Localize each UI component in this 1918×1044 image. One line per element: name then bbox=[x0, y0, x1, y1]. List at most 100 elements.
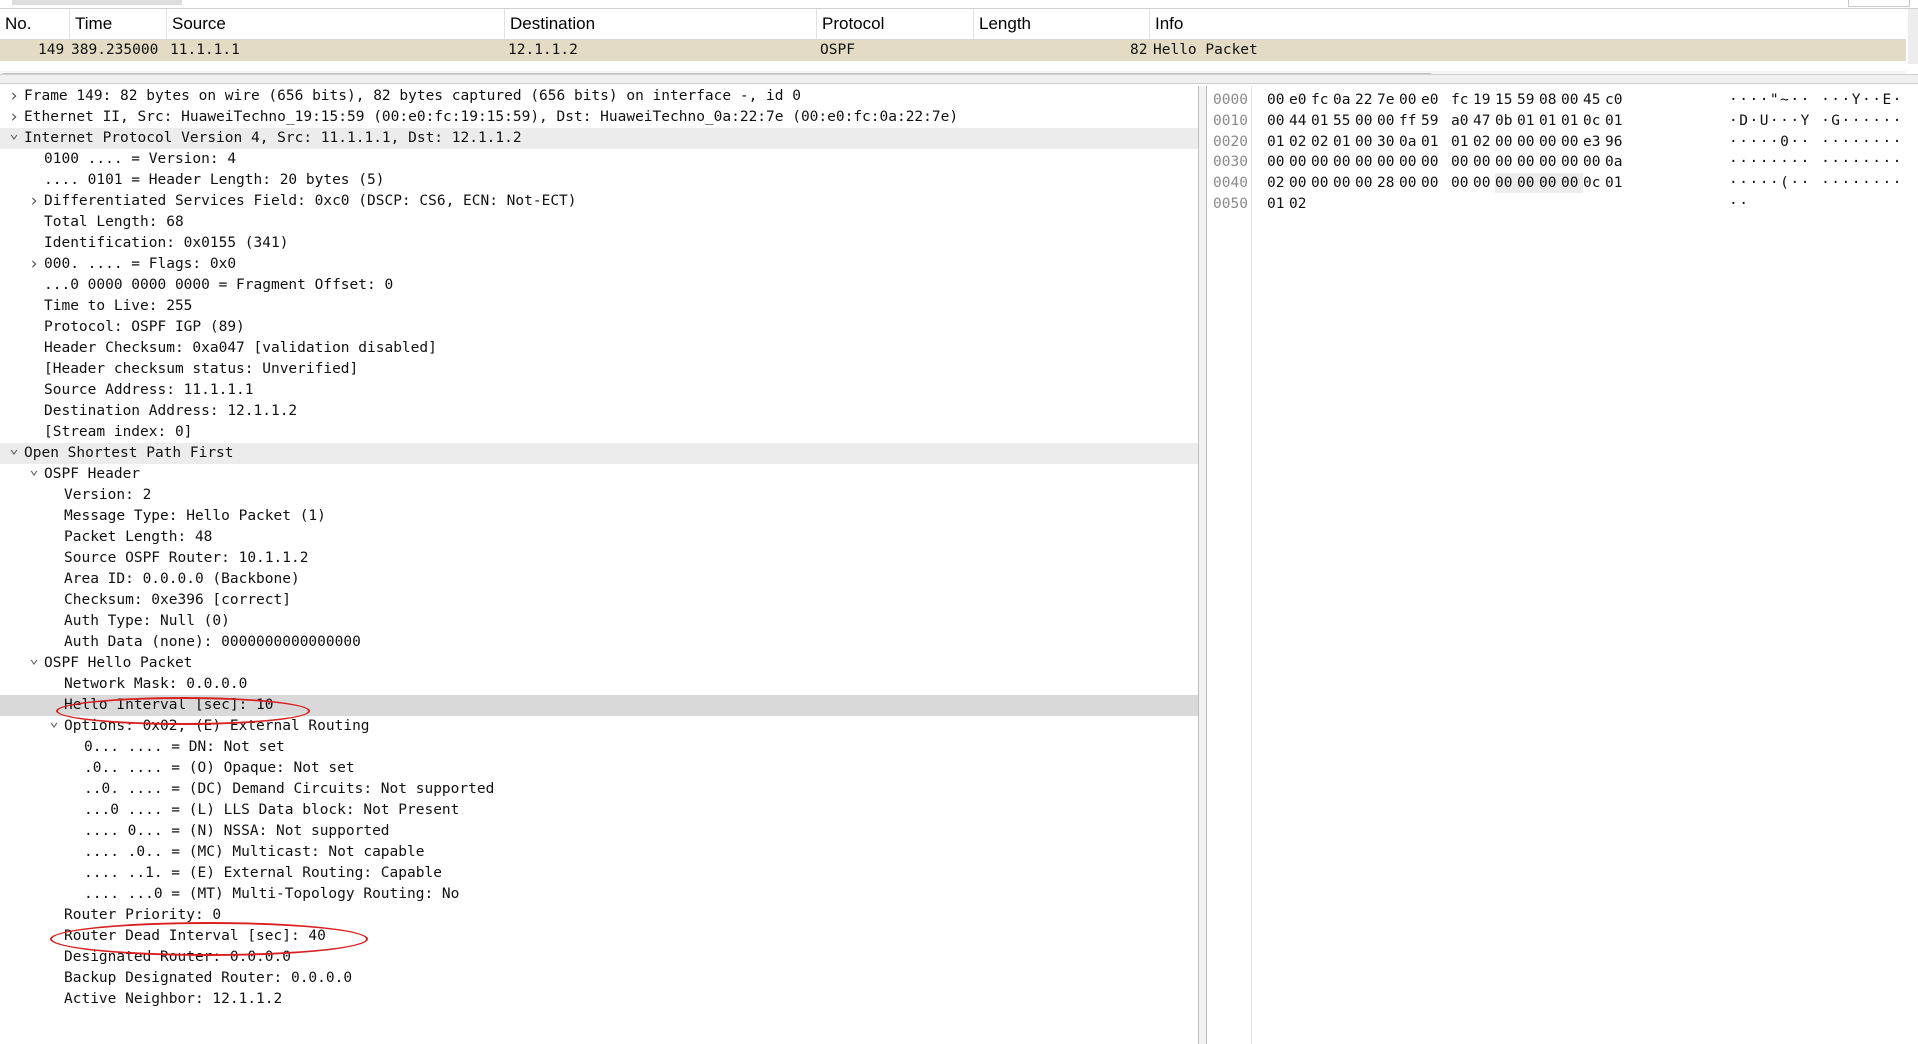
tree-row[interactable]: Designated Router: 0.0.0.0 bbox=[0, 947, 1198, 968]
column-header-info[interactable]: Info bbox=[1150, 9, 1906, 39]
tree-row[interactable]: Total Length: 68 bbox=[0, 212, 1198, 233]
hex-byte[interactable]: 02 bbox=[1289, 194, 1311, 214]
hex-byte[interactable]: 15 bbox=[1495, 90, 1517, 110]
hex-byte[interactable]: 00 bbox=[1561, 90, 1583, 110]
hex-byte[interactable]: 00 bbox=[1399, 90, 1421, 110]
hex-byte[interactable]: 01 bbox=[1267, 132, 1289, 152]
hex-byte[interactable]: 01 bbox=[1539, 111, 1561, 131]
tree-row[interactable]: Auth Type: Null (0) bbox=[0, 611, 1198, 632]
expanded-chevron-icon[interactable]: ⌄ bbox=[7, 123, 21, 144]
tree-row[interactable]: ⌄ Internet Protocol Version 4, Src: 11.1.… bbox=[0, 124, 1198, 149]
hex-byte[interactable]: 00 bbox=[1583, 152, 1605, 172]
tree-row[interactable]: Identification: 0x0155 (341) bbox=[0, 233, 1198, 254]
bytes-ascii[interactable]: ········ ········ bbox=[1729, 152, 1903, 172]
hex-byte[interactable]: 00 bbox=[1355, 111, 1377, 131]
hex-byte[interactable]: 19 bbox=[1473, 90, 1495, 110]
hex-byte[interactable]: 01 bbox=[1267, 194, 1289, 214]
hex-byte[interactable]: 00 bbox=[1539, 173, 1561, 194]
hex-byte[interactable]: 0a bbox=[1333, 90, 1355, 110]
tree-row[interactable]: Version: 2 bbox=[0, 485, 1198, 506]
tree-row[interactable]: Network Mask: 0.0.0.0 bbox=[0, 674, 1198, 695]
hex-byte[interactable]: 00 bbox=[1267, 152, 1289, 172]
hex-byte[interactable]: 00 bbox=[1561, 132, 1583, 152]
pane-splitter[interactable] bbox=[0, 74, 1918, 84]
hex-byte[interactable]: 01 bbox=[1605, 111, 1627, 131]
tree-row[interactable]: [Stream index: 0] bbox=[0, 422, 1198, 443]
hex-byte[interactable]: 96 bbox=[1605, 132, 1627, 152]
hex-byte[interactable]: 0a bbox=[1399, 132, 1421, 152]
hex-byte[interactable]: 00 bbox=[1355, 132, 1377, 152]
tree-row[interactable]: › Differentiated Services Field: 0xc0 (DS… bbox=[0, 191, 1198, 212]
hex-byte[interactable]: 00 bbox=[1561, 173, 1583, 194]
packet-list-vertical-scrollbar[interactable] bbox=[1908, 9, 1918, 64]
collapsed-chevron-icon[interactable]: › bbox=[7, 86, 21, 107]
column-header-source[interactable]: Source bbox=[167, 9, 505, 39]
hex-byte[interactable]: 01 bbox=[1517, 111, 1539, 131]
tree-row[interactable]: ⌄ OSPF Header bbox=[0, 460, 1198, 485]
tree-row[interactable]: 0100 .... = Version: 4 bbox=[0, 149, 1198, 170]
bytes-row[interactable]: 0040 02 00 00 00 00 28 00 00 00 00 00 00 00 00 0c 01 ····… bbox=[1207, 173, 1918, 194]
tree-row[interactable]: .... ..1. = (E) External Routing: Capabl… bbox=[0, 863, 1198, 884]
hex-byte[interactable]: 00 bbox=[1561, 152, 1583, 172]
hex-byte[interactable]: c0 bbox=[1605, 90, 1627, 110]
hex-byte[interactable]: 59 bbox=[1517, 90, 1539, 110]
tree-row[interactable]: Destination Address: 12.1.1.2 bbox=[0, 401, 1198, 422]
bytes-ascii[interactable]: ·····0·· ········ bbox=[1729, 132, 1903, 152]
packet-row[interactable]: 149 389.235000 11.1.1.1 12.1.1.2 OSPF 82… bbox=[0, 40, 1906, 61]
hex-byte[interactable]: 02 bbox=[1473, 132, 1495, 152]
tree-row[interactable]: .... .0.. = (MC) Multicast: Not capable bbox=[0, 842, 1198, 863]
bytes-row[interactable]: 0000 00 e0 fc 0a 22 7e 00 e0 fc 19 15 59 08 00 45 c0 ····… bbox=[1207, 90, 1918, 110]
hex-byte[interactable]: 45 bbox=[1583, 90, 1605, 110]
hex-byte[interactable]: 00 bbox=[1289, 152, 1311, 172]
tree-row[interactable]: .... ...0 = (MT) Multi-Topology Routing:… bbox=[0, 884, 1198, 905]
bytes-row[interactable]: 0050 01 02 ·· bbox=[1207, 194, 1918, 214]
tree-row[interactable]: ⌄ Open Shortest Path First bbox=[0, 439, 1198, 464]
hex-byte[interactable]: 55 bbox=[1333, 111, 1355, 131]
bytes-hex[interactable]: 00 00 00 00 00 00 00 00 00 00 00 00 00 00 00 0a bbox=[1267, 152, 1627, 172]
tree-row[interactable]: Header Checksum: 0xa047 [validation disa… bbox=[0, 338, 1198, 359]
tree-row[interactable]: Time to Live: 255 bbox=[0, 296, 1198, 317]
hex-byte[interactable]: 22 bbox=[1355, 90, 1377, 110]
hex-byte[interactable]: 44 bbox=[1289, 111, 1311, 131]
bytes-hex[interactable]: 01 02 02 01 00 30 0a 01 01 02 00 00 00 00 e3 96 bbox=[1267, 132, 1627, 152]
hex-byte[interactable]: 01 bbox=[1333, 132, 1355, 152]
tree-row[interactable]: Source OSPF Router: 10.1.1.2 bbox=[0, 548, 1198, 569]
hex-byte[interactable]: 00 bbox=[1333, 152, 1355, 172]
column-header-protocol[interactable]: Protocol bbox=[817, 9, 974, 39]
hex-byte[interactable]: 00 bbox=[1539, 152, 1561, 172]
tree-row[interactable]: .... 0... = (N) NSSA: Not supported bbox=[0, 821, 1198, 842]
hex-byte[interactable]: 00 bbox=[1377, 152, 1399, 172]
hex-byte[interactable]: 0c bbox=[1583, 111, 1605, 131]
hex-byte[interactable]: 00 bbox=[1495, 173, 1517, 194]
hex-byte[interactable]: 00 bbox=[1495, 152, 1517, 172]
hex-byte[interactable]: 01 bbox=[1605, 173, 1627, 193]
expanded-chevron-icon[interactable]: ⌄ bbox=[47, 711, 61, 732]
tree-row[interactable]: ⌄ OSPF Hello Packet bbox=[0, 649, 1198, 674]
collapsed-chevron-icon[interactable]: › bbox=[27, 191, 41, 212]
bytes-hex[interactable]: 00 e0 fc 0a 22 7e 00 e0 fc 19 15 59 08 00 45 c0 bbox=[1267, 90, 1627, 110]
hex-byte[interactable]: 00 bbox=[1311, 173, 1333, 193]
hex-byte[interactable]: 02 bbox=[1267, 173, 1289, 193]
hex-byte[interactable]: 00 bbox=[1517, 152, 1539, 172]
hex-byte[interactable]: 0c bbox=[1583, 173, 1605, 193]
tree-row[interactable]: › Frame 149: 82 bytes on wire (656 bits),… bbox=[0, 86, 1198, 107]
tree-row[interactable]: .... 0101 = Header Length: 20 bytes (5) bbox=[0, 170, 1198, 191]
hex-byte[interactable]: 7e bbox=[1377, 90, 1399, 110]
hex-byte[interactable]: e0 bbox=[1421, 90, 1443, 110]
expanded-chevron-icon[interactable]: ⌄ bbox=[7, 438, 21, 459]
column-header-no[interactable]: No. bbox=[0, 9, 70, 39]
tree-row[interactable]: Area ID: 0.0.0.0 (Backbone) bbox=[0, 569, 1198, 590]
tree-row[interactable]: Active Neighbor: 12.1.1.2 bbox=[0, 989, 1198, 1010]
hex-byte[interactable]: 00 bbox=[1451, 152, 1473, 172]
expanded-chevron-icon[interactable]: ⌄ bbox=[27, 648, 41, 669]
hex-byte[interactable]: 00 bbox=[1451, 173, 1473, 193]
tree-row[interactable]: ...0 0000 0000 0000 = Fragment Offset: 0 bbox=[0, 275, 1198, 296]
bytes-ascii[interactable]: ·····(·· ········ bbox=[1729, 173, 1903, 193]
hex-byte[interactable]: 00 bbox=[1333, 173, 1355, 193]
bytes-hex[interactable]: 00 44 01 55 00 00 ff 59 a0 47 0b 01 01 01 0c 01 bbox=[1267, 111, 1627, 131]
hex-byte[interactable]: 00 bbox=[1473, 152, 1495, 172]
hex-byte[interactable]: 0a bbox=[1605, 152, 1627, 172]
hex-byte[interactable]: e3 bbox=[1583, 132, 1605, 152]
collapsed-chevron-icon[interactable]: › bbox=[27, 254, 41, 275]
tree-row[interactable]: ..0. .... = (DC) Demand Circuits: Not su… bbox=[0, 779, 1198, 800]
